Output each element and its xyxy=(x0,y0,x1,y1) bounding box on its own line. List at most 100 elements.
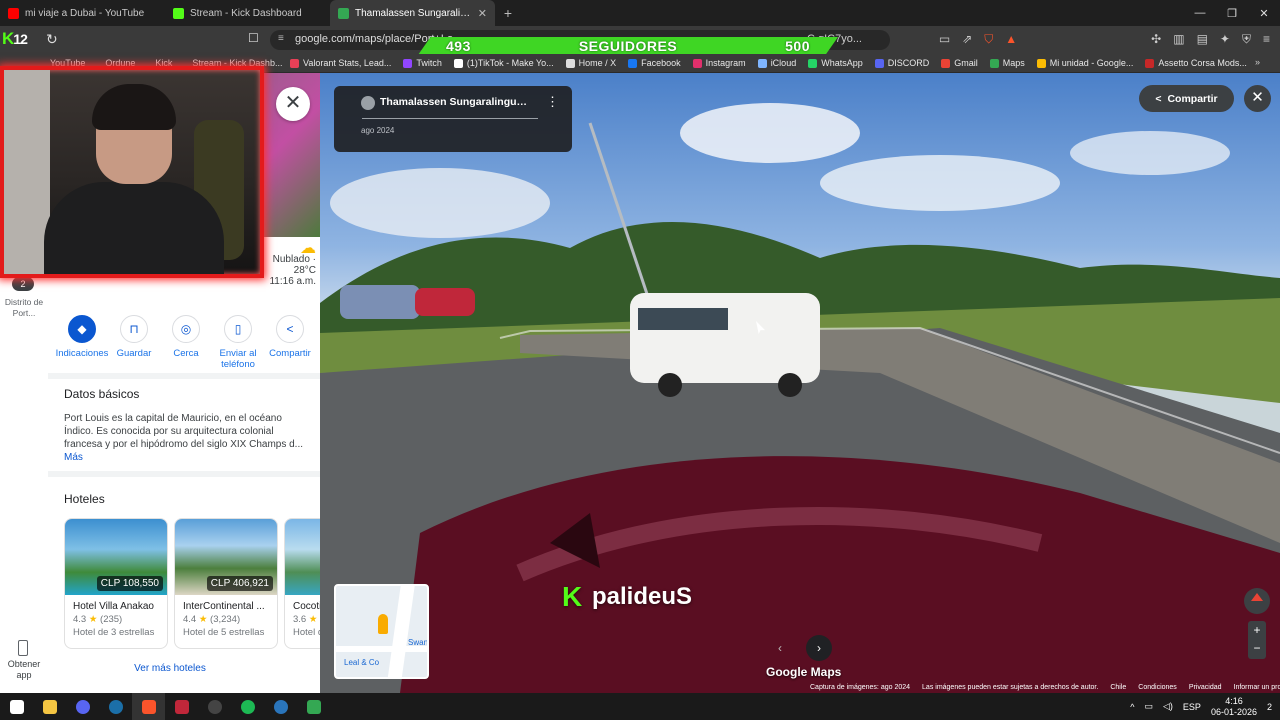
restore-button[interactable]: ❐ xyxy=(1216,0,1248,26)
zoom-out-button[interactable]: − xyxy=(1248,639,1266,657)
bookmark-facebook[interactable]: Facebook xyxy=(628,58,681,68)
minimize-button[interactable]: — xyxy=(1184,0,1216,26)
sidebar-icon[interactable]: ▥ xyxy=(1173,32,1184,47)
rating-value: 3.6 xyxy=(293,614,307,625)
taskbar-spotify[interactable] xyxy=(231,693,264,720)
bookmark-icloud[interactable]: iCloud xyxy=(757,58,796,68)
followers-current: 493 xyxy=(446,38,471,54)
gmail-icon xyxy=(941,58,951,68)
close-panel-button[interactable]: ✕ xyxy=(276,87,310,121)
new-tab-button[interactable]: + xyxy=(495,0,521,26)
notification-count[interactable]: 2 xyxy=(1267,702,1272,712)
taskbar-brave[interactable] xyxy=(132,693,165,720)
language-indicator[interactable]: ESP xyxy=(1183,702,1201,712)
speaker-icon[interactable]: ◁) xyxy=(1163,701,1173,712)
bookmark-assetto[interactable]: Assetto Corsa Mods... xyxy=(1145,58,1247,68)
extension-puzzle-icon[interactable]: ✣ xyxy=(1151,32,1161,47)
share-button[interactable]: < Compartir xyxy=(1139,85,1234,112)
screen-cast-icon[interactable]: ▭ xyxy=(939,32,950,47)
taskbar-explorer[interactable] xyxy=(33,693,66,720)
region-link[interactable]: Chile xyxy=(1110,684,1126,693)
prev-image-button[interactable]: ‹ xyxy=(767,635,793,661)
bookmark-maps[interactable]: Maps xyxy=(989,58,1025,68)
bookmark-gmail[interactable]: Gmail xyxy=(941,58,978,68)
contributor-name[interactable]: Thamalassen Sungaralingum (G... xyxy=(380,96,530,108)
close-tab-icon[interactable]: ✕ xyxy=(478,7,487,20)
send-to-phone-button[interactable]: ▯ Enviar al teléfono xyxy=(212,315,264,370)
bookmark-whatsapp[interactable]: WhatsApp xyxy=(808,58,863,68)
assetto-icon xyxy=(1145,58,1155,68)
hotel-card[interactable]: CLP 108,550 Hotel Villa Anakao 4.3 ★ (23… xyxy=(64,518,168,649)
taskbar-steam-2[interactable] xyxy=(264,693,297,720)
pegman-icon[interactable] xyxy=(378,614,388,634)
webcam-overlay xyxy=(0,66,264,278)
taskbar-steam[interactable] xyxy=(99,693,132,720)
get-app-label[interactable]: Obtener app xyxy=(2,659,46,681)
leo-icon[interactable]: ✦ xyxy=(1220,32,1230,47)
youtube-icon xyxy=(8,7,19,19)
bookmark-discord[interactable]: DISCORD xyxy=(874,58,929,68)
map-road xyxy=(387,586,415,677)
windows-taskbar: ^ ▭ ◁) ESP 4:16 06-01-2026 2 xyxy=(0,693,1280,720)
tab-youtube[interactable]: mi viaje a Dubai - YouTube xyxy=(0,0,165,26)
rating-value: 4.3 xyxy=(73,614,87,625)
vpn-icon[interactable]: ⛨ xyxy=(1242,32,1251,47)
tray-overflow-icon[interactable]: ^ xyxy=(1130,702,1134,712)
bookmark-label: Mi unidad - Google... xyxy=(1049,58,1134,68)
district-label[interactable]: Distrito de Port... xyxy=(2,297,46,319)
zoom-in-button[interactable]: + xyxy=(1248,621,1266,639)
action-label: Guardar xyxy=(116,348,152,359)
hotel-card[interactable]: C Cocoti 3.6 ★ Hotel d xyxy=(284,518,320,649)
kick-icon xyxy=(173,7,184,19)
network-icon[interactable]: ▭ xyxy=(1144,701,1153,712)
privacy-link[interactable]: Privacidad xyxy=(1189,684,1222,693)
street-view-panorama[interactable] xyxy=(320,73,1280,693)
see-more-hotels-link[interactable]: Ver más hoteles xyxy=(48,663,292,674)
brave-rewards-icon[interactable]: ▲ xyxy=(1005,32,1017,47)
hotel-card[interactable]: CLP 406,921 InterContinental ... 4.4 ★ (… xyxy=(174,518,278,649)
nearby-button[interactable]: ◎ Cerca xyxy=(160,315,212,370)
menu-icon[interactable]: ≡ xyxy=(1263,32,1270,47)
taskbar-obs[interactable] xyxy=(198,693,231,720)
tab-google-maps[interactable]: Thamalassen Sungaralingum (Go ✕ xyxy=(330,0,495,26)
directions-button[interactable]: ◆ Indicaciones xyxy=(56,315,108,370)
bookmark-x[interactable]: Home / X xyxy=(565,58,616,68)
bookmark-drive[interactable]: Mi unidad - Google... xyxy=(1036,58,1134,68)
taskbar-discord[interactable] xyxy=(66,693,99,720)
twitch-icon xyxy=(403,58,413,68)
bookmark-icon[interactable]: ☐ xyxy=(248,31,259,45)
next-image-button[interactable]: › xyxy=(806,635,832,661)
compass-icon[interactable] xyxy=(1244,588,1270,614)
brave-shield-icon[interactable]: ⛉ xyxy=(984,32,993,47)
clock[interactable]: 4:16 06-01-2026 xyxy=(1211,696,1257,718)
bookmark-label: Gmail xyxy=(954,58,978,68)
contributor-avatar[interactable] xyxy=(361,96,375,110)
wallet-icon[interactable]: ▤ xyxy=(1197,32,1208,47)
bookmark-tiktok[interactable]: (1)TikTok - Make Yo... xyxy=(453,58,554,68)
more-bookmarks-icon[interactable]: » xyxy=(1255,57,1260,67)
district-badge[interactable]: 2 xyxy=(12,277,34,291)
more-options-icon[interactable]: ⋮ xyxy=(546,94,559,110)
more-link[interactable]: Más xyxy=(64,452,83,463)
map-footer: Captura de imágenes: ago 2024 Las imágen… xyxy=(810,684,1280,693)
report-link[interactable]: Informar un problema xyxy=(1234,684,1280,693)
share-button[interactable]: < Compartir xyxy=(264,315,316,370)
bookmark-valorant[interactable]: Valorant Stats, Lead... xyxy=(290,58,391,68)
valorant-icon xyxy=(290,58,299,68)
bookmark-instagram[interactable]: Instagram xyxy=(692,58,746,68)
save-button[interactable]: ⊓ Guardar xyxy=(108,315,160,370)
phone-icon[interactable] xyxy=(18,640,28,656)
mini-map[interactable]: Leal & Co Swan xyxy=(334,584,429,679)
capture-date: ago 2024 xyxy=(361,126,395,135)
site-info-icon[interactable]: ≡ xyxy=(278,33,284,44)
tab-kick-dashboard[interactable]: Stream - Kick Dashboard xyxy=(165,0,330,26)
close-street-view-button[interactable]: ✕ xyxy=(1244,85,1271,112)
bookmark-twitch[interactable]: Twitch xyxy=(403,58,442,68)
terms-link[interactable]: Condiciones xyxy=(1138,684,1177,693)
close-window-button[interactable]: ✕ xyxy=(1248,0,1280,26)
reload-icon[interactable]: ↻ xyxy=(46,31,58,48)
taskbar-maps[interactable] xyxy=(297,693,330,720)
share-icon[interactable]: ⇗ xyxy=(962,32,972,47)
start-button[interactable] xyxy=(0,693,33,720)
taskbar-app[interactable] xyxy=(165,693,198,720)
